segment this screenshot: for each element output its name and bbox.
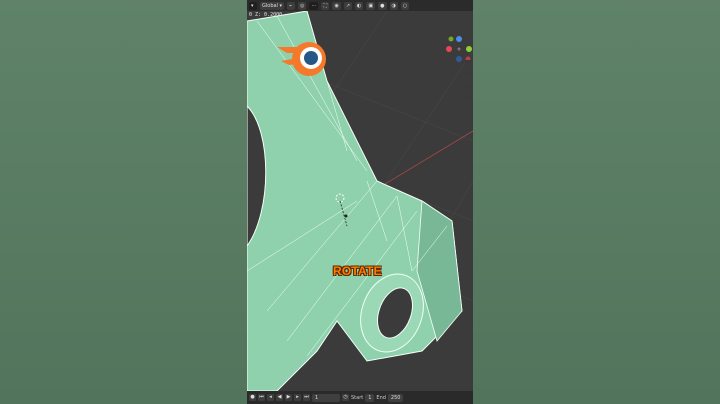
blender-viewport-window: ▾ Global ▾ ⌁ ◎ ⋯ ⛶ ◉ ↗ ◐ ▣ ● ◑ ○ 0 Z: 0.… <box>247 0 473 404</box>
pan-hand-icon[interactable] <box>465 71 472 78</box>
shading-rendered-icon[interactable]: ○ <box>400 1 410 10</box>
zoom-icon[interactable] <box>465 60 472 67</box>
3d-viewport[interactable] <box>247 11 473 391</box>
proportional-edit-icon[interactable]: ◎ <box>298 1 307 10</box>
next-keyframe-icon[interactable]: ▸ <box>294 394 301 401</box>
timeline-bar: ● ⏮ ◂ ◀ ▶ ▸ ⏭ 1 ◷ Start 1 End 250 <box>247 391 473 404</box>
pivot-dropdown[interactable]: ▾ <box>249 1 257 10</box>
start-frame-field[interactable]: 1 <box>365 393 375 402</box>
visibility-icon[interactable]: ◉ <box>332 1 341 10</box>
jump-start-icon[interactable]: ⏮ <box>258 394 265 401</box>
end-frame-field[interactable]: 250 <box>387 393 404 402</box>
viewport-navigation-tools <box>465 60 473 100</box>
transform-orientation-label: Global <box>262 2 278 9</box>
jump-end-icon[interactable]: ⏭ <box>303 394 310 401</box>
current-frame-field[interactable]: 1 <box>312 393 340 402</box>
view-filter-icon[interactable]: ⛶ <box>321 1 330 10</box>
left-blur-background <box>0 0 247 404</box>
coordinate-readout: 0 Z: 0.2000 <box>249 12 283 18</box>
gizmo-toggle-icon[interactable]: ↗ <box>343 1 353 10</box>
transform-orientation-dropdown[interactable]: Global ▾ <box>260 1 285 10</box>
prev-keyframe-icon[interactable]: ◂ <box>267 394 274 401</box>
clock-icon[interactable]: ◷ <box>342 394 349 401</box>
play-icon[interactable]: ▶ <box>285 394 292 401</box>
snap-icon[interactable]: ⌁ <box>287 1 296 10</box>
right-blur-background <box>473 0 720 404</box>
camera-view-icon[interactable] <box>465 82 472 89</box>
start-label: Start <box>351 394 364 401</box>
end-label: End <box>376 394 386 401</box>
viewport-header: ▾ Global ▾ ⌁ ◎ ⋯ ⛶ ◉ ↗ ◐ ▣ ● ◑ ○ <box>247 0 473 11</box>
rotate-caption: ROTATE <box>333 264 382 278</box>
record-icon[interactable]: ● <box>249 394 256 401</box>
xray-toggle-icon[interactable]: ▣ <box>366 1 376 10</box>
grid-view-icon[interactable] <box>465 93 472 100</box>
overlay-options-icon[interactable]: ⋯ <box>309 1 319 10</box>
overlays-toggle-icon[interactable]: ◐ <box>355 1 364 10</box>
play-reverse-icon[interactable]: ◀ <box>276 394 283 401</box>
shading-material-icon[interactable]: ◑ <box>389 1 398 10</box>
shading-solid-icon[interactable]: ● <box>378 1 387 10</box>
